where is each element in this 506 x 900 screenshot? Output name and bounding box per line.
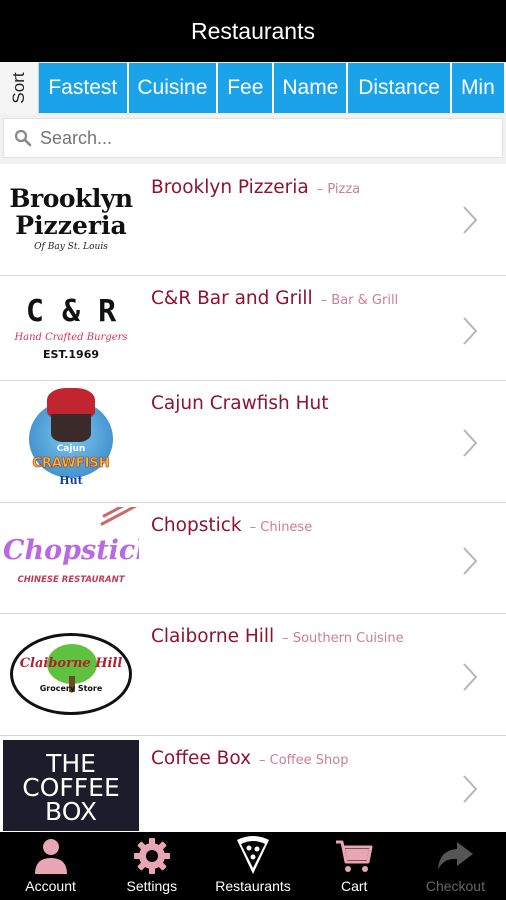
restaurant-name: C&R Bar and Grill – Bar & Grill bbox=[151, 288, 399, 309]
search-box bbox=[3, 118, 503, 158]
chevron-right-icon bbox=[463, 317, 478, 345]
restaurant-row-chopstick[interactable]: Chopstick CHINESE RESTAURANT Chopstick – … bbox=[0, 503, 506, 614]
restaurant-name: Brooklyn Pizzeria – Pizza bbox=[151, 177, 361, 198]
sort-label: Sort bbox=[0, 62, 39, 114]
tab-label: Cart bbox=[340, 878, 368, 894]
pizza-slice-icon bbox=[237, 836, 269, 874]
restaurant-name: Claiborne Hill – Southern Cuisine bbox=[151, 626, 404, 647]
restaurant-name: Cajun Crawfish Hut bbox=[151, 393, 329, 414]
brooklyn-pizzeria-logo: Brooklyn Pizzeria Of Bay St. Louis bbox=[9, 184, 133, 252]
sort-cuisine-button[interactable]: Cuisine bbox=[128, 63, 219, 113]
sort-fastest-button[interactable]: Fastest bbox=[39, 63, 129, 113]
claiborne-hill-logo: Claiborne Hill Grocery Store bbox=[3, 618, 139, 730]
cajun-crawfish-hut-logo: Cajun CRAWFISH Hut bbox=[3, 385, 139, 499]
sort-label-text: Sort bbox=[9, 72, 28, 104]
restaurant-row-cr-bar-and-grill[interactable]: C & R Hand Crafted Burgers EST.1969 C&R … bbox=[0, 276, 506, 381]
chevron-right-icon bbox=[463, 206, 478, 234]
chevron-right-icon bbox=[463, 429, 478, 457]
tab-settings[interactable]: Settings bbox=[101, 832, 202, 900]
cart-icon bbox=[336, 840, 373, 872]
title-bar: Restaurants bbox=[0, 0, 506, 62]
sort-name-button[interactable]: Name bbox=[274, 63, 349, 113]
search-input[interactable] bbox=[38, 126, 482, 150]
tab-cart[interactable]: Cart bbox=[304, 832, 405, 900]
restaurant-row-coffee-box[interactable]: THE COFFEE BOX Coffee Box – Coffee Shop bbox=[0, 736, 506, 831]
sort-min-button[interactable]: Min bbox=[451, 63, 506, 113]
tab-account[interactable]: Account bbox=[0, 832, 101, 900]
tab-label: Restaurants bbox=[215, 878, 291, 894]
restaurant-row-cajun-crawfish-hut[interactable]: Cajun CRAWFISH Hut Cajun Crawfish Hut bbox=[0, 381, 506, 503]
coffee-box-logo: THE COFFEE BOX bbox=[3, 740, 139, 831]
chevron-right-icon bbox=[463, 663, 478, 691]
restaurant-row-brooklyn-pizzeria[interactable]: Brooklyn Pizzeria Of Bay St. Louis Brook… bbox=[0, 165, 506, 276]
chevron-right-icon bbox=[463, 775, 478, 803]
tab-checkout[interactable]: Checkout bbox=[405, 832, 506, 900]
person-icon bbox=[34, 839, 67, 874]
page-title: Restaurants bbox=[190, 17, 315, 44]
tab-restaurants[interactable]: Restaurants bbox=[202, 832, 303, 900]
search-bar bbox=[0, 114, 506, 164]
restaurant-name: Coffee Box – Coffee Shop bbox=[151, 748, 349, 769]
chopstick-logo: Chopstick CHINESE RESTAURANT bbox=[3, 507, 139, 607]
sort-fee-button[interactable]: Fee bbox=[218, 63, 275, 113]
tab-label: Checkout bbox=[425, 878, 485, 894]
restaurant-list: Brooklyn Pizzeria Of Bay St. Louis Brook… bbox=[0, 165, 506, 831]
bottom-tab-bar: Account Settings Restaurants Cart Checko… bbox=[0, 832, 506, 900]
arrow-forward-icon bbox=[438, 842, 474, 870]
tab-label: Settings bbox=[126, 878, 178, 894]
sort-distance-button[interactable]: Distance bbox=[348, 63, 452, 113]
cr-bar-and-grill-logo: C & R Hand Crafted Burgers EST.1969 bbox=[14, 293, 128, 361]
restaurant-name: Chopstick – Chinese bbox=[151, 515, 313, 536]
tab-label: Account bbox=[25, 878, 76, 894]
restaurant-row-claiborne-hill[interactable]: Claiborne Hill Grocery Store Claiborne H… bbox=[0, 614, 506, 736]
chevron-right-icon bbox=[463, 547, 478, 575]
sort-bar: Sort Fastest Cuisine Fee Name Distance M… bbox=[0, 62, 506, 114]
search-icon bbox=[14, 129, 32, 147]
gear-icon bbox=[133, 838, 170, 874]
